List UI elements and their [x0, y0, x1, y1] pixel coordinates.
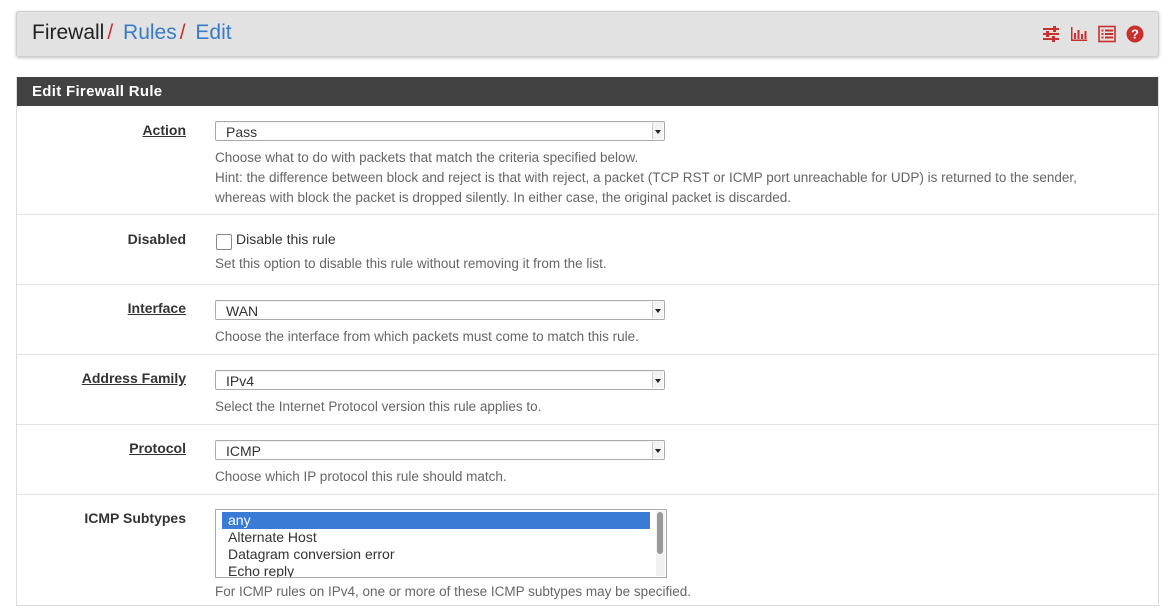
interface-select-value: WAN — [226, 303, 259, 319]
address-family-help: Select the Internet Protocol version thi… — [215, 399, 542, 414]
action-help: Choose what to do with packets that matc… — [215, 148, 1125, 208]
protocol-select-value: ICMP — [226, 443, 261, 459]
action-label: Action — [142, 122, 186, 138]
interface-row: Interface WAN Choose the interface from … — [17, 285, 1158, 355]
action-help-line: Choose what to do with packets that matc… — [215, 150, 639, 165]
action-select-value: Pass — [226, 124, 258, 140]
help-icon[interactable]: ? — [1126, 25, 1144, 43]
list-item[interactable]: any — [222, 512, 650, 529]
list-item[interactable]: Echo reply — [222, 563, 650, 577]
address-family-label: Address Family — [81, 370, 186, 386]
interface-label: Interface — [127, 300, 186, 316]
icmp-subtypes-listbox[interactable]: any Alternate Host Datagram conversion e… — [215, 509, 667, 578]
edit-rule-panel: Edit Firewall Rule Action Pass Choose wh… — [16, 77, 1159, 606]
list-icon[interactable] — [1098, 25, 1116, 43]
disabled-label: Disabled — [127, 231, 186, 247]
header-icons: ? — [1042, 25, 1144, 43]
list-item[interactable]: Datagram conversion error — [222, 546, 650, 563]
protocol-select[interactable]: ICMP — [215, 440, 665, 460]
breadcrumb-edit[interactable]: Edit — [195, 21, 231, 44]
breadcrumb-rules[interactable]: Rules — [123, 21, 177, 44]
protocol-help: Choose which IP protocol this rule shoul… — [215, 469, 507, 484]
protocol-label: Protocol — [129, 440, 186, 456]
svg-text:?: ? — [1131, 27, 1139, 42]
disabled-row: Disabled Disable this rule Set this opti… — [17, 215, 1158, 285]
breadcrumb-separator: / — [107, 21, 114, 44]
chevron-down-icon — [652, 123, 663, 139]
listbox-scrollbar[interactable] — [656, 511, 665, 576]
icmp-subtypes-row: ICMP Subtypes any Alternate Host Datagra… — [17, 495, 1158, 607]
action-row: Action Pass Choose what to do with packe… — [17, 106, 1158, 215]
disable-rule-checkbox[interactable] — [216, 234, 232, 250]
action-select[interactable]: Pass — [215, 121, 665, 141]
chevron-down-icon — [652, 442, 663, 458]
bar-chart-icon[interactable] — [1070, 25, 1088, 43]
icmp-subtypes-label: ICMP Subtypes — [84, 510, 186, 526]
breadcrumb: Firewall / Rules / Edit — [32, 21, 232, 45]
page-header: Firewall / Rules / Edit ? — [16, 11, 1159, 57]
action-help-line: Hint: the difference between block and r… — [215, 170, 1077, 185]
breadcrumb-firewall[interactable]: Firewall — [32, 21, 104, 44]
address-family-select-value: IPv4 — [226, 373, 255, 389]
address-family-select[interactable]: IPv4 — [215, 370, 665, 390]
address-family-row: Address Family IPv4 Select the Internet … — [17, 355, 1158, 425]
list-item[interactable]: Alternate Host — [222, 529, 650, 546]
disabled-help: Set this option to disable this rule wit… — [215, 256, 607, 271]
scrollbar-thumb[interactable] — [657, 512, 663, 554]
breadcrumb-separator: / — [179, 21, 186, 44]
chevron-down-icon — [652, 372, 663, 388]
action-help-line: whereas with block the packet is dropped… — [215, 190, 792, 205]
interface-help: Choose the interface from which packets … — [215, 329, 639, 344]
interface-select[interactable]: WAN — [215, 300, 665, 320]
chevron-down-icon — [652, 302, 663, 318]
protocol-row: Protocol ICMP Choose which IP protocol t… — [17, 425, 1158, 495]
sliders-icon[interactable] — [1042, 25, 1060, 43]
panel-title: Edit Firewall Rule — [17, 77, 1158, 106]
icmp-subtypes-help: For ICMP rules on IPv4, one or more of t… — [215, 584, 691, 599]
disable-rule-checkbox-label[interactable]: Disable this rule — [236, 231, 336, 247]
